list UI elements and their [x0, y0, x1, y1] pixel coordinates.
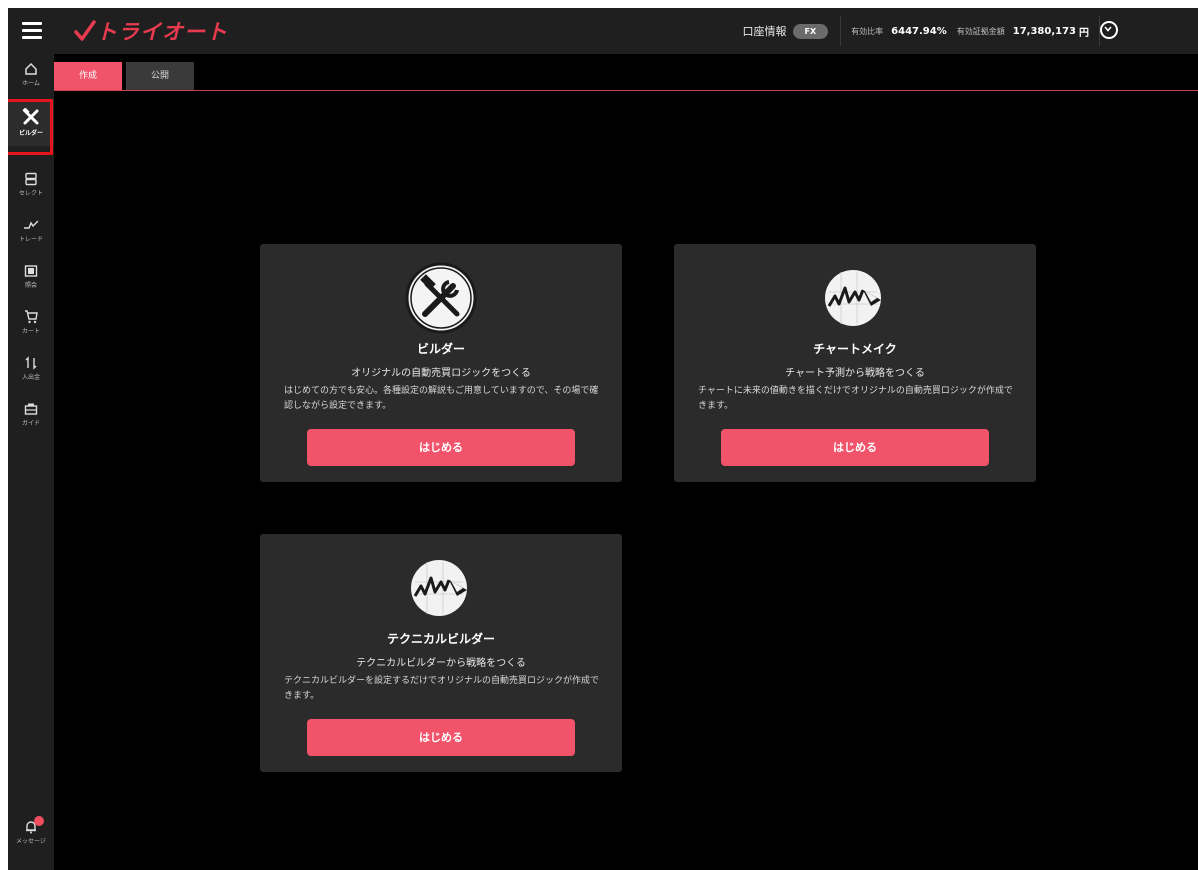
card-title: ビルダー — [416, 342, 465, 356]
card-technical-builder: テクニカルビルダー テクニカルビルダーから戦略をつくる テクニカルビルダーを設定… — [260, 534, 622, 772]
cart-icon — [25, 310, 38, 324]
trade-icon — [24, 220, 39, 229]
sidebar-item-label: トレード — [18, 236, 43, 243]
tools-icon — [22, 108, 39, 125]
sidebar-item-label: カート — [21, 328, 40, 335]
tab-create[interactable]: 作成 — [54, 62, 122, 90]
top-header: トライオート 口座情報 FX 有効比率 6447.94% 有効証拠金額 17,3… — [8, 8, 1198, 54]
sidebar-item-trade[interactable]: トレード — [8, 210, 54, 256]
sidebar-item-message[interactable]: メッセージ — [8, 812, 54, 858]
sidebar-item-select[interactable]: セレクト — [8, 164, 54, 210]
start-button[interactable]: はじめる — [721, 429, 989, 466]
start-button[interactable]: はじめる — [307, 429, 575, 466]
card-subtitle: テクニカルビルダーから戦略をつくる — [356, 658, 526, 669]
select-icon — [25, 172, 37, 186]
account-summary: 口座情報 FX 有効比率 6447.94% 有効証拠金額 17,380,173 … — [743, 8, 1110, 54]
sidebar-item-label: 入出金 — [21, 374, 40, 381]
sidebar-item-label: ビルダー — [18, 130, 43, 137]
sidebar-item-transfer[interactable]: 入出金 — [8, 348, 54, 394]
chevron-down-icon[interactable] — [1100, 21, 1118, 39]
margin-ratio-label: 有効比率 — [851, 26, 884, 36]
divider — [840, 16, 842, 46]
sidebar-item-label: ガイド — [21, 420, 40, 427]
card-title: チャートメイク — [813, 342, 897, 356]
tab-publish[interactable]: 公開 — [126, 62, 194, 90]
sidebar-item-label: ホーム — [22, 80, 40, 87]
tools-icon — [405, 262, 477, 334]
home-icon — [25, 62, 37, 75]
hamburger-menu-icon[interactable] — [22, 22, 42, 40]
tab-bar: 作成 公開 — [54, 62, 1198, 91]
card-description: チャートに未来の値動きを描くだけでオリジナルの自動売買ロジックが作成できます。 — [698, 386, 1013, 411]
sidebar: ホーム ビルダー セレクト トレード 照会 カート 入出金 ガイド メッセージ — [8, 54, 54, 870]
sidebar-item-builder[interactable]: ビルダー — [8, 99, 54, 155]
card-description: はじめての方でも安心。各種設定の解説もご用意していますので、その場で確認しながら… — [284, 386, 599, 411]
logo-text: トライオート — [96, 20, 228, 44]
chart-draw-icon — [411, 560, 467, 616]
fx-badge[interactable]: FX — [792, 23, 829, 39]
sidebar-item-guide[interactable]: ガイド — [8, 394, 54, 440]
sidebar-item-label: メッセージ — [16, 838, 46, 845]
margin-ratio-value: 6447.94% — [891, 25, 947, 37]
sidebar-item-cart[interactable]: カート — [8, 302, 54, 348]
logo-check-icon — [74, 20, 96, 41]
guide-icon — [24, 403, 38, 415]
chart-draw-icon — [825, 270, 881, 326]
effective-margin-unit: 円 — [1079, 27, 1089, 39]
start-button[interactable]: はじめる — [307, 719, 575, 756]
app-frame: トライオート 口座情報 FX 有効比率 6447.94% 有効証拠金額 17,3… — [8, 8, 1198, 870]
card-chart-make: チャートメイク チャート予測から戦略をつくる チャートに未来の値動きを描くだけで… — [674, 244, 1036, 482]
inquiry-icon — [24, 265, 38, 277]
sidebar-item-home[interactable]: ホーム — [8, 54, 54, 100]
card-subtitle: チャート予測から戦略をつくる — [785, 368, 925, 379]
transfer-icon — [25, 356, 37, 370]
card-description: テクニカルビルダーを設定するだけでオリジナルの自動売買ロジックが作成できます。 — [284, 676, 600, 701]
account-info-label[interactable]: 口座情報 — [743, 23, 787, 39]
card-builder: ビルダー オリジナルの自動売買ロジックをつくる はじめての方でも安心。各種設定の… — [260, 244, 622, 482]
effective-margin-label: 有効証拠金額 — [956, 26, 1005, 36]
card-subtitle: オリジナルの自動売買ロジックをつくる — [351, 368, 531, 379]
logo[interactable]: トライオート — [74, 18, 228, 44]
effective-margin-value: 17,380,173 — [1012, 25, 1076, 37]
sidebar-item-inquiry[interactable]: 照会 — [8, 256, 54, 302]
card-title: テクニカルビルダー — [386, 632, 495, 646]
sidebar-item-label: 照会 — [24, 282, 37, 289]
notification-badge — [34, 816, 44, 826]
sidebar-item-label: セレクト — [18, 190, 43, 197]
